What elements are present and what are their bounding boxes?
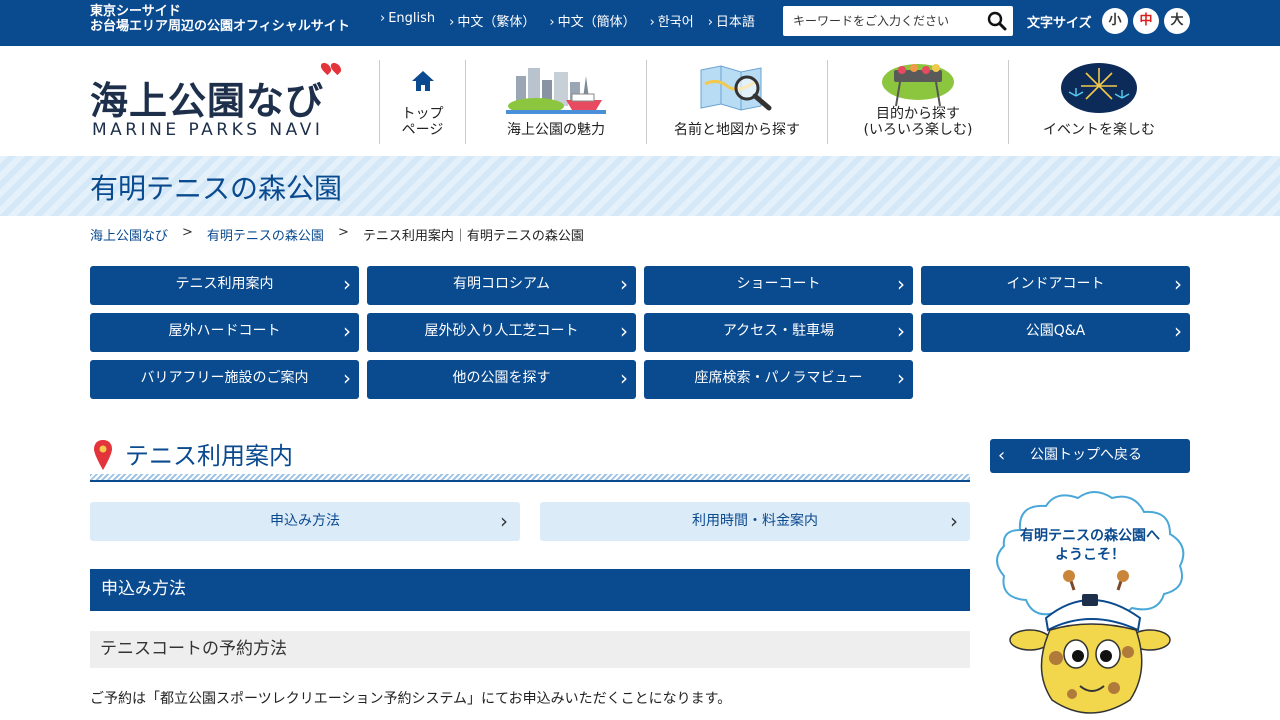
menu-indoor-court-button[interactable]: インドアコート	[921, 266, 1190, 305]
gnav-top-page[interactable]: トップ ページ	[379, 60, 465, 144]
section-title: テニス利用案内	[125, 442, 293, 470]
wave-decoration	[0, 36, 1280, 44]
mascot-illustration: 有明テニスの森公園へ ようこそ！	[990, 490, 1190, 720]
section-underline	[90, 474, 970, 482]
home-icon	[411, 71, 434, 91]
menu-park-qa-button[interactable]: 公園Q&A	[921, 313, 1190, 352]
city-skyline-icon	[506, 68, 606, 114]
lang-english-link[interactable]: English	[380, 11, 435, 30]
map-magnifier-icon	[700, 65, 772, 111]
breadcrumb-home-link[interactable]: 海上公園なび	[90, 225, 168, 244]
gnav-top-label1: トップ	[401, 106, 444, 122]
site-name-line2: お台場エリア周辺の公園オフィシャルサイト	[90, 19, 350, 34]
menu-other-parks-button[interactable]: 他の公園を探す	[367, 360, 636, 399]
breadcrumb-separator: >	[337, 225, 349, 240]
gnav-events-label: イベントを楽しむ	[1043, 122, 1155, 138]
breadcrumb-separator: >	[182, 225, 193, 240]
site-name-line1: 東京シーサイド	[90, 4, 181, 19]
gnav-purpose-label1: 目的から探す	[876, 106, 960, 122]
hours-fees-link[interactable]: 利用時間・料金案内	[540, 502, 970, 541]
site-name[interactable]: 東京シーサイド お台場エリア周辺の公園オフィシャルサイト	[90, 4, 350, 34]
menu-barrier-free-button[interactable]: バリアフリー施設のご案内	[90, 360, 359, 399]
lang-korean-link[interactable]: 한국어	[650, 11, 694, 30]
menu-tennis-guide-button[interactable]: テニス利用案内	[90, 266, 359, 305]
gnav-map-label: 名前と地図から探す	[674, 122, 800, 138]
gnav-search-by-name-map[interactable]: 名前と地図から探す	[646, 60, 827, 144]
page-title-band: 有明テニスの森公園	[0, 156, 1280, 216]
application-method-heading: 申込み方法	[90, 569, 970, 611]
logo-english: MARINE PARKS NAVI	[92, 120, 324, 140]
application-method-link[interactable]: 申込み方法	[90, 502, 520, 541]
font-size-label: 文字サイズ	[1027, 16, 1092, 31]
menu-seat-search-panorama-button[interactable]: 座席検索・パノラマビュー	[644, 360, 913, 399]
site-logo[interactable]: 海上公園なび MARINE PARKS NAVI	[90, 60, 350, 142]
back-to-park-top-button[interactable]: ‹ 公園トップへ戻る	[990, 439, 1190, 473]
menu-outdoor-sand-turf-button[interactable]: 屋外砂入り人工芝コート	[367, 313, 636, 352]
lang-simplified-chinese-link[interactable]: 中文（簡体）	[549, 11, 636, 30]
gnav-attractions-label: 海上公園の魅力	[507, 122, 605, 138]
gnav-search-by-purpose[interactable]: 目的から探す (いろいろ楽しむ)	[827, 60, 1008, 144]
welcome-line2: ようこそ！	[1055, 547, 1125, 563]
search-box	[783, 6, 1013, 36]
search-input[interactable]	[783, 6, 979, 36]
breadcrumb-current: テニス利用案内｜有明テニスの森公園	[362, 229, 584, 244]
menu-access-parking-button[interactable]: アクセス・駐車場	[644, 313, 913, 352]
menu-outdoor-hard-court-button[interactable]: 屋外ハードコート	[90, 313, 359, 352]
bbq-grill-icon	[882, 64, 954, 107]
gnav-top-label2: ページ	[401, 122, 444, 138]
menu-show-court-button[interactable]: ショーコート	[644, 266, 913, 305]
gnav-events[interactable]: イベントを楽しむ	[1008, 60, 1189, 144]
gnav-attractions[interactable]: 海上公園の魅力	[465, 60, 646, 144]
welcome-line1: 有明テニスの森公園へ	[1020, 528, 1160, 544]
back-to-park-top-label: 公園トップへ戻る	[1030, 447, 1142, 463]
fireworks-icon	[1061, 63, 1137, 113]
breadcrumb: 海上公園なび > 有明テニスの森公園 > テニス利用案内｜有明テニスの森公園	[90, 225, 584, 244]
menu-ariake-coliseum-button[interactable]: 有明コロシアム	[367, 266, 636, 305]
logo-japanese: 海上公園なび	[90, 79, 325, 123]
welcome-bubble: 有明テニスの森公園へ ようこそ！	[990, 527, 1190, 565]
lang-japanese-link[interactable]: 日本語	[708, 11, 755, 30]
search-icon[interactable]	[987, 11, 1007, 31]
font-size-large-button[interactable]: 大	[1164, 8, 1190, 34]
reservation-method-heading: テニスコートの予約方法	[90, 631, 970, 668]
map-pin-icon	[94, 440, 112, 470]
language-links: English 中文（繁体） 中文（簡体） 한국어 日本語	[380, 11, 755, 30]
top-bar: 東京シーサイド お台場エリア周辺の公園オフィシャルサイト English 中文（…	[0, 0, 1280, 46]
breadcrumb-park-link[interactable]: 有明テニスの森公園	[207, 225, 324, 244]
font-size-small-button[interactable]: 小	[1102, 8, 1128, 34]
chevron-left-icon: ‹	[998, 445, 1006, 466]
page-title: 有明テニスの森公園	[90, 172, 343, 205]
gnav-purpose-label2: (いろいろ楽しむ)	[863, 122, 973, 138]
font-size-medium-button[interactable]: 中	[1133, 8, 1159, 34]
section-heading: テニス利用案内	[90, 434, 970, 482]
lang-traditional-chinese-link[interactable]: 中文（繁体）	[449, 11, 535, 30]
logo-pin-icon	[328, 60, 344, 76]
reservation-description: ご予約は「都立公園スポーツレクリエーション予約システム」にてお申込みいただくこと…	[90, 691, 732, 707]
speech-cloud-icon	[996, 491, 1185, 714]
